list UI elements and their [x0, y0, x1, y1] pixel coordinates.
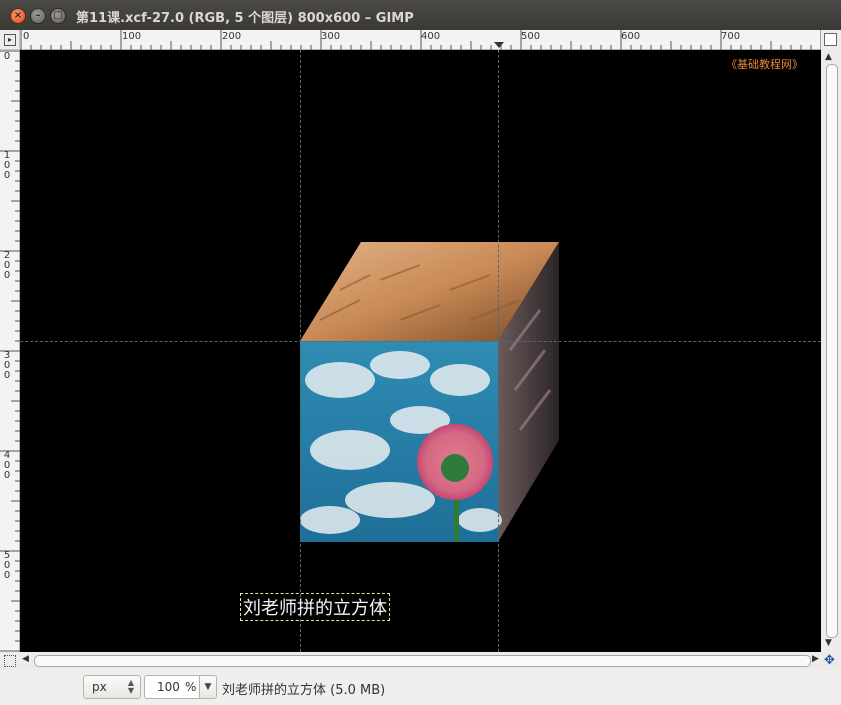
vertical-guide-1[interactable]: [300, 50, 301, 652]
scroll-down-icon[interactable]: ▼: [825, 638, 832, 648]
zoom-unit: %: [185, 680, 197, 694]
ruler-label-700: 700: [721, 31, 741, 42]
statusbar: px ▲ ▼ 100 % ▼ 刘老师拼的立方体 (5.0 MB): [0, 670, 841, 705]
ruler-label-200: 200: [222, 31, 242, 42]
vruler-label-200: 200: [3, 250, 11, 281]
scroll-up-icon[interactable]: ▲: [825, 52, 832, 62]
ruler-corner-menu-button[interactable]: ▸: [0, 30, 20, 50]
cube-image: [300, 242, 559, 542]
watermark-text: 《基础教程网》: [726, 58, 803, 71]
minimize-icon: –: [35, 10, 41, 21]
menu-arrow-icon: ▸: [4, 34, 16, 46]
vruler-label-500: 500: [3, 550, 11, 581]
unit-value: px: [92, 680, 107, 694]
vertical-scrollbar-thumb[interactable]: [826, 64, 838, 638]
ruler-label-300: 300: [321, 31, 341, 42]
ruler-label-100: 100: [122, 31, 142, 42]
window-close-button[interactable]: ×: [10, 8, 26, 24]
ruler-label-500: 500: [521, 31, 541, 42]
spinner-icon: ▲ ▼: [127, 678, 134, 695]
window-maximize-button[interactable]: □: [50, 8, 66, 24]
zoom-image-button[interactable]: [821, 30, 841, 50]
unit-select[interactable]: px ▲ ▼: [83, 675, 141, 699]
zoom-value: 100: [157, 680, 180, 694]
horizontal-scrollbar-thumb[interactable]: [34, 655, 811, 667]
scroll-left-icon[interactable]: ◀: [22, 654, 29, 664]
maximize-icon: □: [53, 10, 63, 21]
vertical-guide-2[interactable]: [498, 50, 499, 652]
quick-mask-toggle-icon[interactable]: [4, 655, 16, 667]
image-info-text: 刘老师拼的立方体 (5.0 MB): [222, 683, 386, 698]
vruler-label-400: 400: [3, 450, 11, 481]
ruler-label-600: 600: [621, 31, 641, 42]
ruler-label-0: 0: [23, 31, 30, 42]
scroll-right-icon[interactable]: ▶: [812, 654, 819, 664]
caption-text-layer[interactable]: 刘老师拼的立方体: [240, 593, 390, 621]
horizontal-ruler[interactable]: 0 100 200 300 400 500 600 700: [20, 30, 821, 50]
pointer-position-marker: [494, 42, 504, 48]
close-icon: ×: [13, 10, 23, 21]
ruler-label-400: 400: [421, 31, 441, 42]
vruler-label-300: 300: [3, 350, 11, 381]
navigate-icon[interactable]: ✥: [824, 653, 835, 668]
horizontal-scrollbar[interactable]: ◀ ▶ ✥: [0, 652, 841, 670]
zoom-dropdown-button[interactable]: ▼: [199, 675, 217, 699]
window-titlebar: × – □ 第11课.xcf-27.0 (RGB, 5 个图层) 800x600…: [0, 0, 841, 30]
vertical-ruler[interactable]: 0 100 200 300 400 500: [0, 50, 20, 652]
vruler-label-0: 0: [3, 51, 11, 62]
window-title: 第11课.xcf-27.0 (RGB, 5 个图层) 800x600 – GIM…: [76, 11, 414, 26]
zoom-image-icon: [824, 33, 837, 46]
window-minimize-button[interactable]: –: [30, 8, 46, 24]
zoom-input[interactable]: 100 %: [144, 675, 200, 699]
vruler-label-100: 100: [3, 150, 11, 181]
horizontal-guide[interactable]: [20, 341, 821, 342]
vertical-scrollbar[interactable]: ▲ ▼: [821, 50, 841, 652]
chevron-down-icon: ▼: [204, 682, 212, 692]
image-canvas[interactable]: 《基础教程网》 刘老师拼的立方体: [20, 50, 821, 652]
